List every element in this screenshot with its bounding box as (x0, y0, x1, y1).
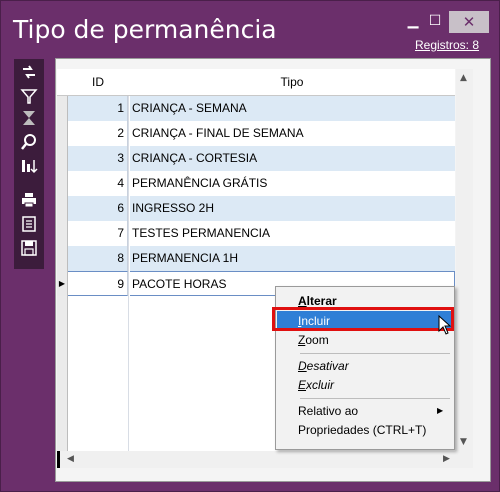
scroll-right-icon[interactable]: ▶ (443, 454, 450, 464)
save-icon[interactable] (18, 239, 40, 259)
column-header-tipo[interactable]: Tipo (129, 69, 455, 95)
scroll-up-icon[interactable]: ▲ (460, 73, 467, 83)
scroll-thumb[interactable] (57, 451, 60, 468)
cell-id: 8 (68, 246, 128, 271)
scroll-left-icon[interactable]: ◀ (67, 454, 74, 464)
search-icon[interactable] (18, 133, 40, 153)
scroll-down-icon[interactable]: ▼ (460, 437, 467, 447)
menu-item-label: xcluir (306, 378, 335, 392)
row-indicator (57, 121, 68, 146)
row-indicator (57, 246, 68, 271)
cell-id: 1 (68, 96, 128, 121)
row-indicator (57, 171, 68, 196)
menu-item-label: lterar (306, 294, 337, 308)
table-row[interactable]: 2 CRIANÇA - FINAL DE SEMANA (57, 121, 455, 146)
print-icon[interactable] (18, 191, 40, 211)
sort-icon[interactable] (18, 157, 40, 177)
mouse-cursor-icon (438, 314, 452, 339)
menu-item-excluir[interactable]: Excluir (277, 375, 453, 395)
cell-id: 2 (68, 121, 128, 146)
cell-tipo: CRIANÇA - FINAL DE SEMANA (132, 126, 304, 140)
menu-item-accelerator: D (298, 359, 307, 373)
menu-item-label: Propriedades (CTRL+T) (298, 423, 427, 437)
cell-tipo: INGRESSO 2H (130, 196, 455, 221)
cell-id: 3 (68, 146, 128, 171)
table-row[interactable]: 6 INGRESSO 2H (57, 196, 455, 221)
window-title: Tipo de permanência (13, 15, 277, 44)
cell-tipo: TESTES PERMANENCIA (132, 226, 271, 240)
clear-filter-icon[interactable] (18, 109, 40, 129)
table-row[interactable]: 4 PERMANÊNCIA GRÁTIS (57, 171, 455, 196)
menu-item-relativo-ao[interactable]: Relativo ao ▶ (277, 401, 453, 421)
row-indicator (57, 196, 68, 221)
highlight-box (272, 307, 454, 331)
table-row[interactable]: 1 CRIANÇA - SEMANA (57, 96, 455, 121)
menu-item-label: Relativo ao (298, 404, 359, 418)
vertical-scrollbar[interactable]: ▲ ▼ (456, 69, 473, 451)
cell-id: 4 (68, 171, 128, 196)
minimize-icon[interactable]: ▁ (403, 11, 423, 31)
cell-tipo: PERMANENCIA 1H (130, 246, 455, 271)
row-indicator (57, 96, 68, 121)
cell-tipo: CRIANÇA - CORTESIA (130, 146, 455, 171)
row-indicator (57, 146, 68, 171)
submenu-arrow-icon: ▶ (437, 406, 444, 415)
maximize-icon[interactable]: ☐ (425, 11, 445, 31)
table-row[interactable]: 8 PERMANENCIA 1H (57, 246, 455, 271)
menu-item-desativar[interactable]: Desativar (277, 356, 453, 376)
table-row[interactable]: 7 TESTES PERMANENCIA (57, 221, 455, 246)
menu-item-accelerator: E (298, 378, 307, 392)
menu-item-propriedades[interactable]: Propriedades (CTRL+T) (277, 420, 453, 440)
column-header-id[interactable]: ID (68, 69, 128, 95)
menu-item-label: oom (305, 333, 329, 347)
table-row[interactable]: 3 CRIANÇA - CORTESIA (57, 146, 455, 171)
filter-icon[interactable] (18, 87, 40, 107)
side-toolbar (14, 59, 44, 269)
refresh-icon[interactable] (18, 63, 40, 83)
menu-separator (300, 353, 450, 354)
menu-item-zoom[interactable]: Zoom (277, 330, 453, 350)
cell-id: 7 (68, 221, 128, 246)
menu-separator (300, 398, 450, 399)
horizontal-scrollbar[interactable]: ◀ ▶ (57, 451, 473, 468)
row-indicator (57, 221, 68, 246)
current-row-arrow-icon: ▶ (57, 271, 68, 296)
report-icon[interactable] (18, 215, 40, 235)
main-window: Tipo de permanência ▁ ☐ ✕ Registros: 8 I… (0, 0, 500, 492)
cell-id: 6 (68, 196, 128, 221)
menu-item-accelerator: A (298, 294, 307, 308)
cell-id: 9 (68, 271, 128, 296)
cell-tipo: PERMANÊNCIA GRÁTIS (132, 176, 268, 190)
grid-header: ID Tipo (57, 69, 455, 96)
cell-tipo: CRIANÇA - SEMANA (130, 96, 455, 121)
menu-item-label: esativar (306, 359, 349, 373)
records-count-link[interactable]: Registros: 8 (415, 38, 479, 52)
close-icon[interactable]: ✕ (449, 11, 489, 33)
